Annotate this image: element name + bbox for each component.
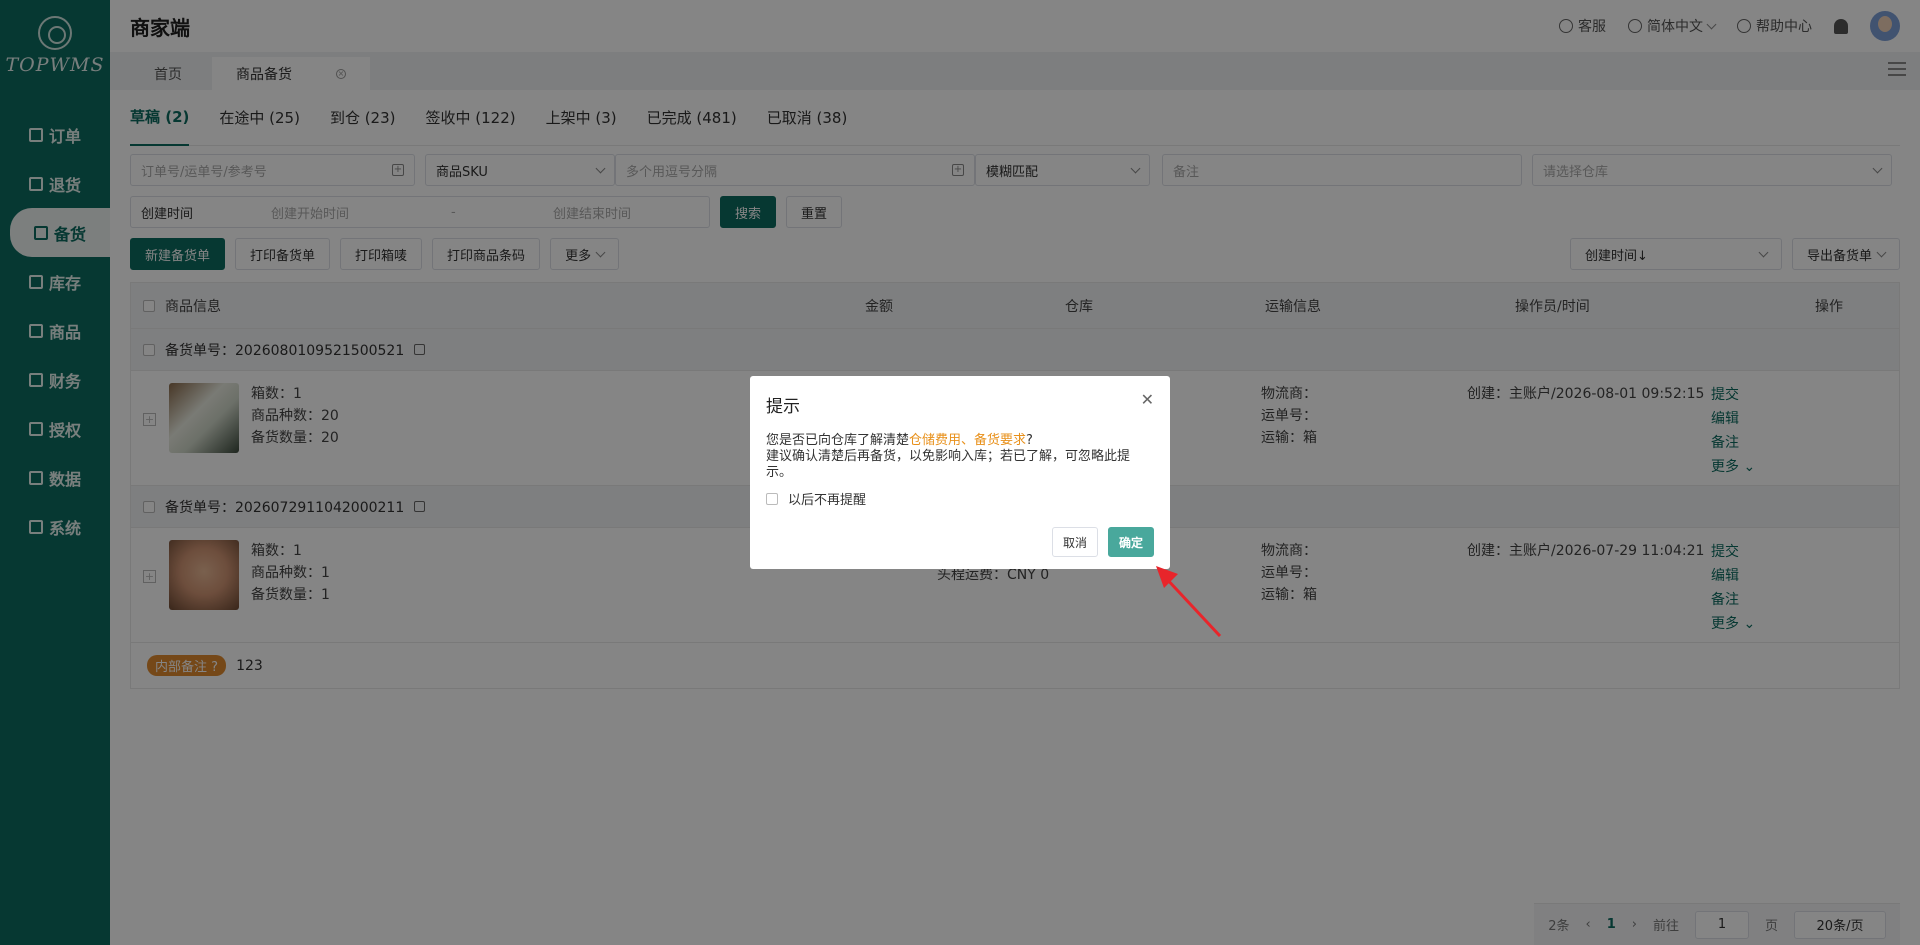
dont-remind-checkbox[interactable]: 以后不再提醒	[766, 489, 1154, 508]
message-text: 建议确认清楚后再备货，以免影响入库；若已了解，可忽略此提示。	[766, 449, 1131, 480]
confirm-button[interactable]: 确定	[1107, 527, 1154, 557]
checkbox-label: 以后不再提醒	[788, 493, 867, 508]
cancel-button[interactable]: 取消	[1051, 527, 1098, 557]
dialog-buttons: 取消 确定	[1051, 527, 1154, 557]
message-highlight-link[interactable]: 仓储费用、备货要求	[909, 433, 1026, 448]
confirm-dialog: 提示 ✕ 您是否已向仓库了解清楚仓储费用、备货要求? 建议确认清楚后再备货，以免…	[750, 376, 1170, 569]
checkbox[interactable]	[766, 492, 778, 505]
close-icon[interactable]: ✕	[1141, 390, 1154, 409]
message-text: ?	[1026, 433, 1033, 448]
pointer-arrow-icon	[1156, 566, 1222, 638]
arrow-shaft	[1162, 574, 1222, 638]
dialog-title: 提示	[766, 397, 800, 417]
arrow-head	[1156, 566, 1178, 588]
message-text: 您是否已向仓库了解清楚	[766, 433, 910, 448]
dialog-message: 您是否已向仓库了解清楚仓储费用、备货要求? 建议确认清楚后再备货，以免影响入库；…	[766, 433, 1154, 481]
